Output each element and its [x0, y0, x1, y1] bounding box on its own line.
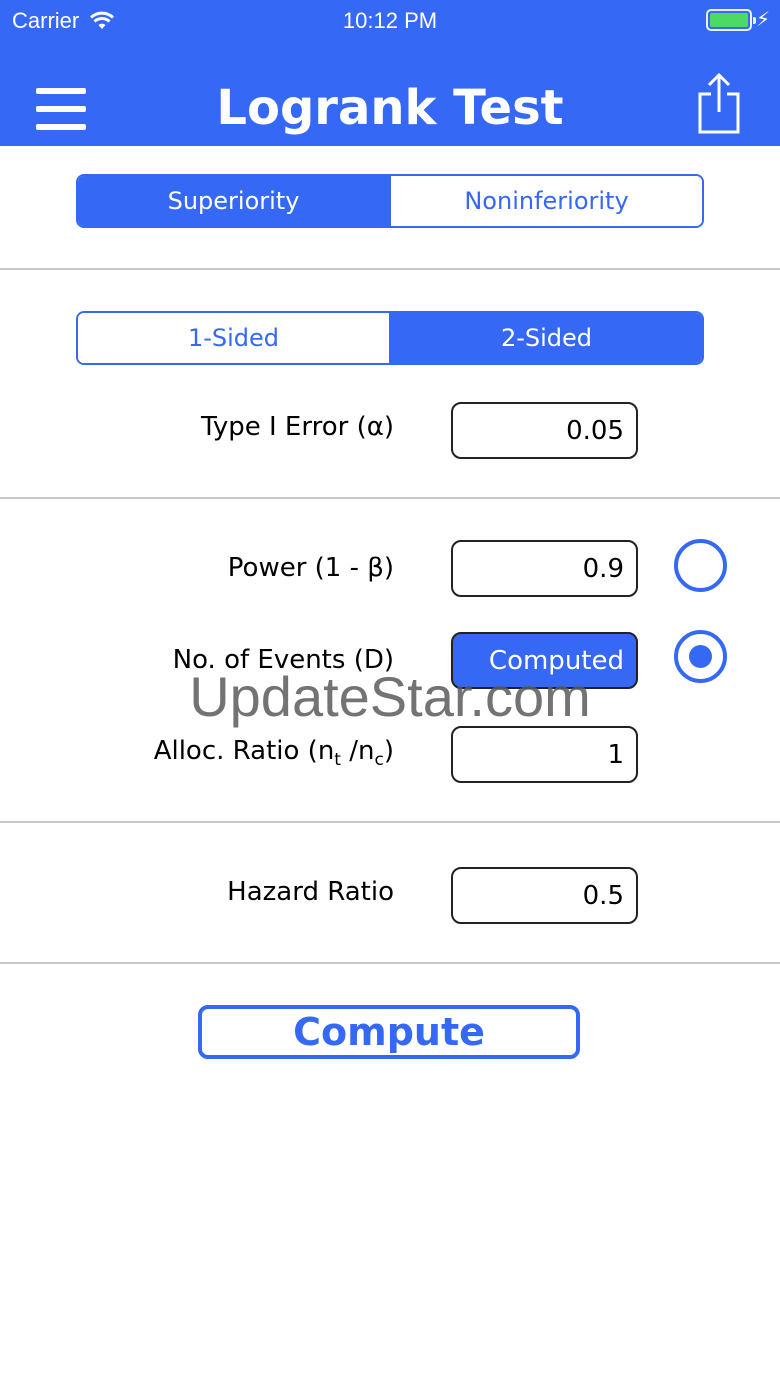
app-header: Carrier 10:12 PM ⚡ Logrank Test — [0, 0, 780, 146]
segment-superiority[interactable]: Superiority — [78, 176, 389, 226]
alloc-ratio-field[interactable]: 1 — [451, 726, 638, 783]
divider — [0, 962, 780, 964]
watermark: UpdateStar.com — [189, 665, 591, 728]
segment-1-sided[interactable]: 1-Sided — [78, 313, 389, 363]
divider — [0, 497, 780, 499]
type1-error-field[interactable]: 0.05 — [451, 402, 638, 459]
hazard-ratio-label: Hazard Ratio — [227, 877, 394, 907]
battery-icon — [706, 9, 756, 31]
divider — [0, 821, 780, 823]
sidedness-segmented-control: 1-Sided 2-Sided — [76, 311, 704, 365]
segment-2-sided[interactable]: 2-Sided — [389, 313, 702, 363]
status-time: 10:12 PM — [342, 8, 438, 33]
page-title: Logrank Test — [216, 80, 564, 136]
charging-bolt-icon: ⚡ — [755, 7, 770, 31]
type1-error-label: Type I Error (α) — [201, 412, 394, 442]
segment-noninferiority[interactable]: Noninferiority — [389, 176, 702, 226]
power-field[interactable]: 0.9 — [451, 540, 638, 597]
share-icon[interactable] — [696, 72, 742, 134]
power-radio[interactable] — [674, 539, 727, 592]
compute-button[interactable]: Compute — [198, 1005, 580, 1059]
hypothesis-segmented-control: Superiority Noninferiority — [76, 174, 704, 228]
power-label: Power (1 - β) — [227, 553, 394, 583]
hazard-ratio-field[interactable]: 0.5 — [451, 867, 638, 924]
alloc-ratio-label: Alloc. Ratio (nt /nc) — [153, 736, 394, 771]
divider — [0, 268, 780, 270]
